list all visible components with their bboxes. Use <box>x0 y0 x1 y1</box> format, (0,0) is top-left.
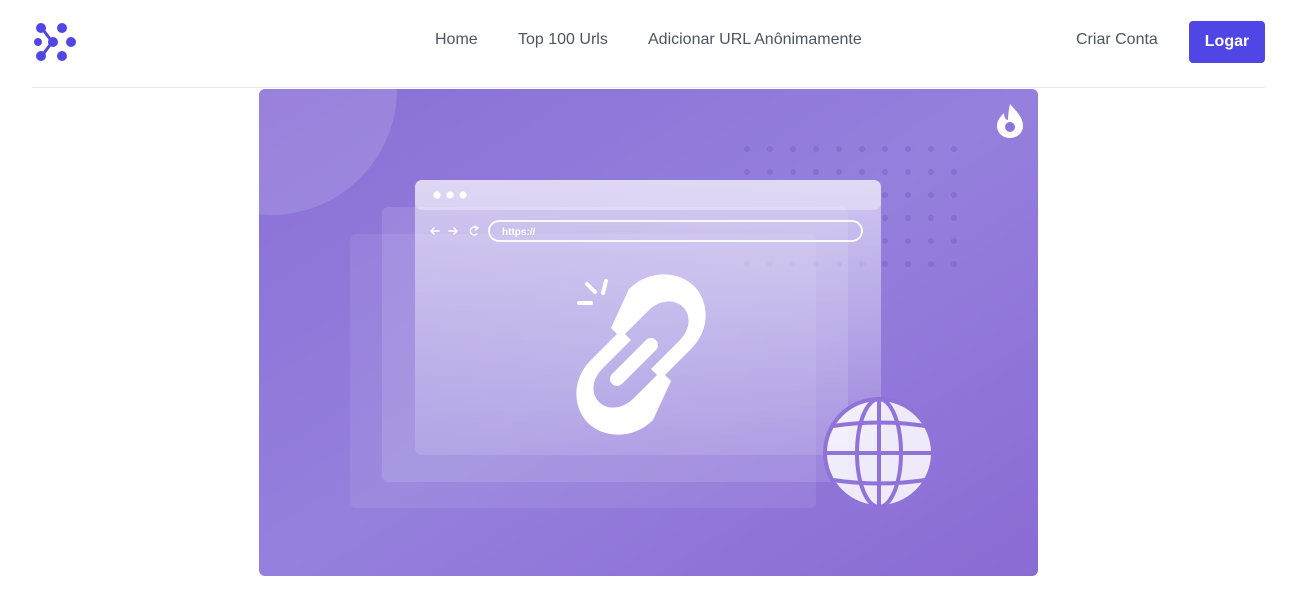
window-dot-icon <box>446 191 454 199</box>
globe-icon <box>823 397 935 509</box>
window-dot-icon <box>433 191 441 199</box>
top-navigation-bar: Home Top 100 Urls Adicionar URL Anônimam… <box>32 0 1265 88</box>
address-bar-text: https:// <box>502 227 536 238</box>
hero-svg: https:// <box>259 89 1038 576</box>
window-dot-icon <box>459 191 467 199</box>
nav-add-url-link[interactable]: Adicionar URL Anônimamente <box>648 31 862 49</box>
hero-illustration: https:// <box>259 89 1038 576</box>
molecule-logo-icon[interactable] <box>34 21 76 63</box>
create-account-link[interactable]: Criar Conta <box>1076 31 1158 49</box>
nav-home-link[interactable]: Home <box>435 31 478 49</box>
nav-top-100-link[interactable]: Top 100 Urls <box>518 31 608 49</box>
login-button[interactable]: Logar <box>1189 21 1265 63</box>
